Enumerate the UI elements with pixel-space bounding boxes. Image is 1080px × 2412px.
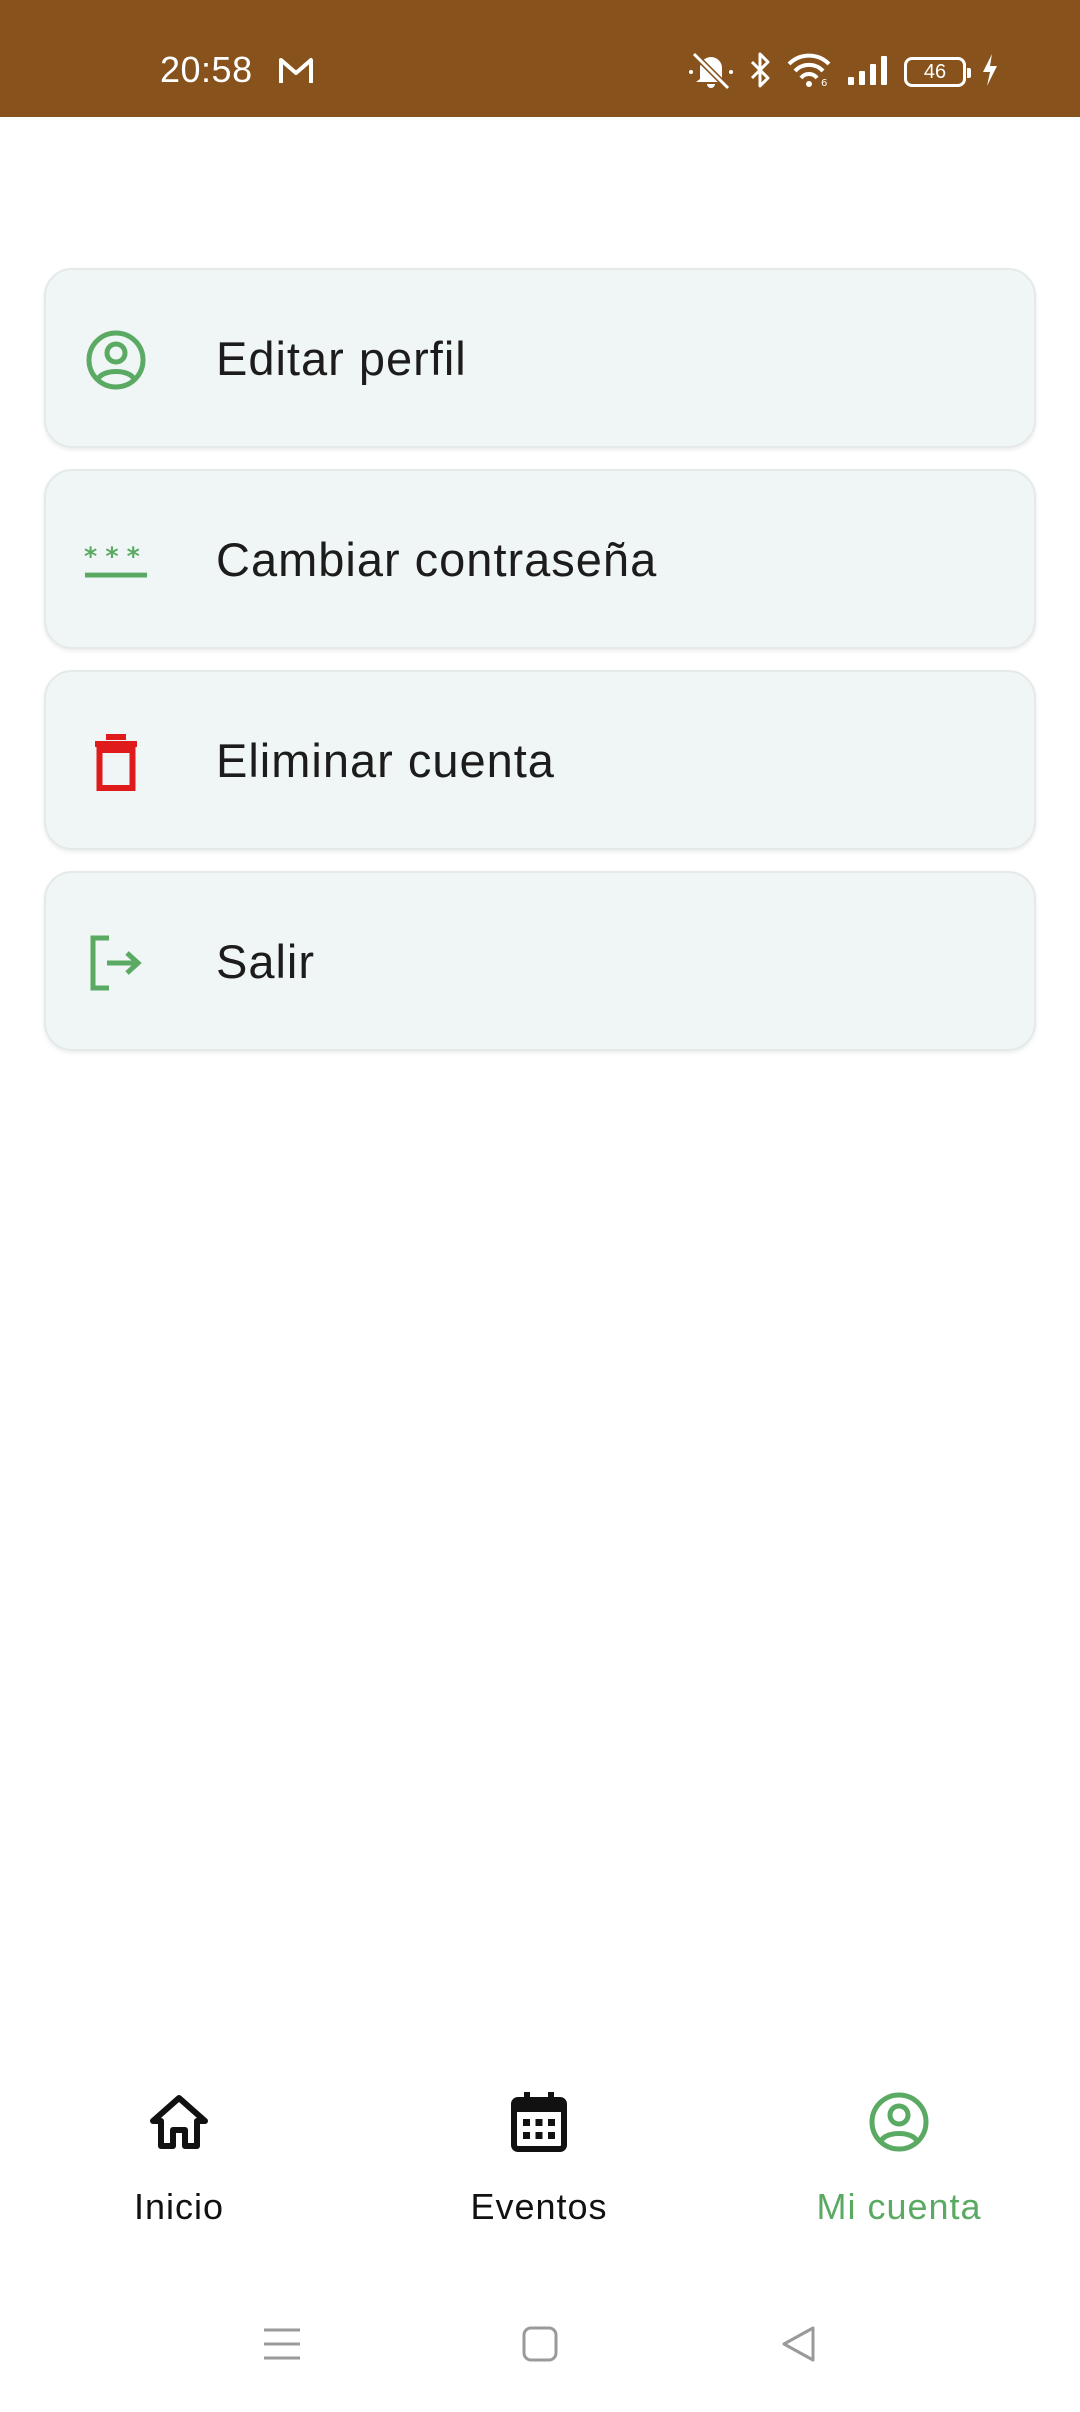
svg-text:*: * <box>127 542 140 571</box>
svg-text:*: * <box>84 542 97 571</box>
mute-icon <box>688 50 734 95</box>
logout-label: Salir <box>216 934 316 988</box>
system-navigation-bar <box>0 2290 1080 2412</box>
status-icons: 6 46 <box>688 50 1000 94</box>
delete-account-label: Eliminar cuenta <box>216 733 555 787</box>
svg-text:6: 6 <box>821 78 827 88</box>
signal-icon <box>846 53 890 92</box>
home-icon <box>145 2088 213 2156</box>
nav-label-eventos: Eventos <box>470 2186 608 2227</box>
logout-button[interactable]: Salir <box>44 871 1036 1051</box>
nav-item-mi-cuenta[interactable]: Mi cuenta <box>749 2088 1049 2258</box>
calendar-icon <box>505 2088 573 2156</box>
edit-profile-label: Editar perfil <box>216 331 467 385</box>
edit-profile-button[interactable]: Editar perfil <box>44 268 1036 448</box>
account-circle-icon <box>865 2088 933 2156</box>
change-password-button[interactable]: * * * Cambiar contraseña <box>44 469 1036 649</box>
gmail-icon <box>278 56 314 86</box>
wifi-icon: 6 <box>786 52 832 93</box>
home-square-icon[interactable] <box>510 2314 570 2374</box>
change-password-label: Cambiar contraseña <box>216 532 658 586</box>
nav-label-inicio: Inicio <box>133 2186 225 2227</box>
charging-icon <box>980 52 1000 93</box>
nav-item-inicio[interactable]: Inicio <box>29 2088 329 2258</box>
nav-label-mi-cuenta: Mi cuenta <box>816 2186 982 2227</box>
status-time: 20:58 <box>160 49 253 90</box>
status-bar: 20:58 6 46 <box>0 0 1080 117</box>
bottom-navigation: Inicio Eventos Mi cuenta <box>0 2060 1080 2260</box>
back-triangle-icon[interactable] <box>768 2314 828 2374</box>
nav-item-eventos[interactable]: Eventos <box>389 2088 689 2258</box>
menu-icon[interactable] <box>252 2314 312 2374</box>
battery-level: 46 <box>923 61 947 83</box>
trash-icon <box>84 730 148 794</box>
account-menu: Editar perfil * * * Cambiar contraseña E… <box>44 268 1036 1072</box>
password-icon: * * * <box>84 529 148 593</box>
svg-text:*: * <box>105 542 118 571</box>
logout-icon <box>84 931 148 995</box>
battery-icon: 46 <box>904 57 971 87</box>
bluetooth-icon <box>748 50 772 95</box>
account-circle-icon <box>84 328 148 392</box>
delete-account-button[interactable]: Eliminar cuenta <box>44 670 1036 850</box>
